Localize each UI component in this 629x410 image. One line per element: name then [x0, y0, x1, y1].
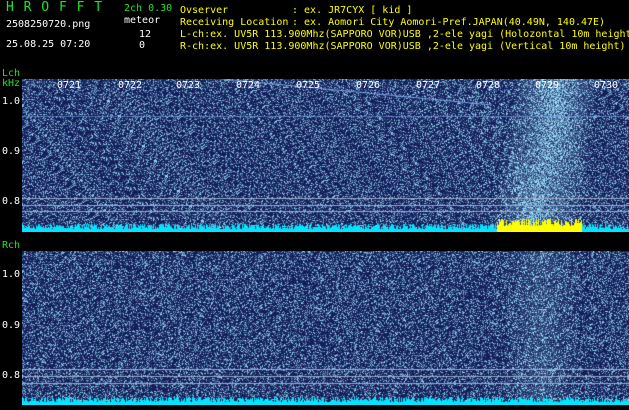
rch-meteor-count: 0 — [139, 40, 146, 51]
time-tick-0729: 0729 — [535, 80, 560, 91]
time-tick-0725: 0725 — [296, 80, 321, 91]
datetime-label: 25.08.25 07:20 — [6, 39, 91, 50]
mode-label: 2ch 0.30 — [124, 3, 173, 14]
observer-value: : ex. JR7CYX [ kid ] — [292, 5, 413, 16]
time-tick-0721: 0721 — [57, 80, 82, 91]
time-tick-0730: 0730 — [594, 80, 619, 91]
filename-label: 2508250720.png — [6, 19, 91, 30]
time-tick-0727: 0727 — [416, 80, 441, 91]
time-tick-0724: 0724 — [236, 80, 261, 91]
location-label: Receiving Location — [180, 17, 289, 28]
lch-meteor-count: 12 — [139, 29, 152, 40]
lch-info: L-ch:ex. UV5R 113.900Mhz(SAPPORO VOR)USB… — [180, 29, 629, 40]
rch-label: Rch — [2, 240, 21, 251]
app-brand: H R O F F T — [6, 0, 104, 15]
time-tick-0723: 0723 — [176, 80, 201, 91]
time-tick-0722: 0722 — [118, 80, 143, 91]
meteor-label: meteor — [124, 15, 161, 26]
lch-y-tick-0-9: 0.9 — [2, 146, 21, 157]
rch-y-tick-0-8: 0.8 — [2, 370, 21, 381]
location-value: : ex. Aomori City Aomori-Pref.JAPAN(40.4… — [292, 17, 606, 28]
rch-spectrogram — [22, 251, 629, 405]
lch-y-tick-1-0: 1.0 — [2, 96, 21, 107]
rch-y-tick-1-0: 1.0 — [2, 269, 21, 280]
observer-label: Ovserver — [180, 5, 229, 16]
lch-unit-label: kHz — [2, 78, 21, 89]
lch-y-tick-0-8: 0.8 — [2, 196, 21, 207]
lch-spectrogram — [22, 79, 629, 232]
rch-y-tick-0-9: 0.9 — [2, 320, 21, 331]
rch-info: R-ch:ex. UV5R 113.900Mhz(SAPPORO VOR)USB… — [180, 41, 626, 52]
time-tick-0728: 0728 — [476, 80, 501, 91]
time-tick-0726: 0726 — [356, 80, 381, 91]
